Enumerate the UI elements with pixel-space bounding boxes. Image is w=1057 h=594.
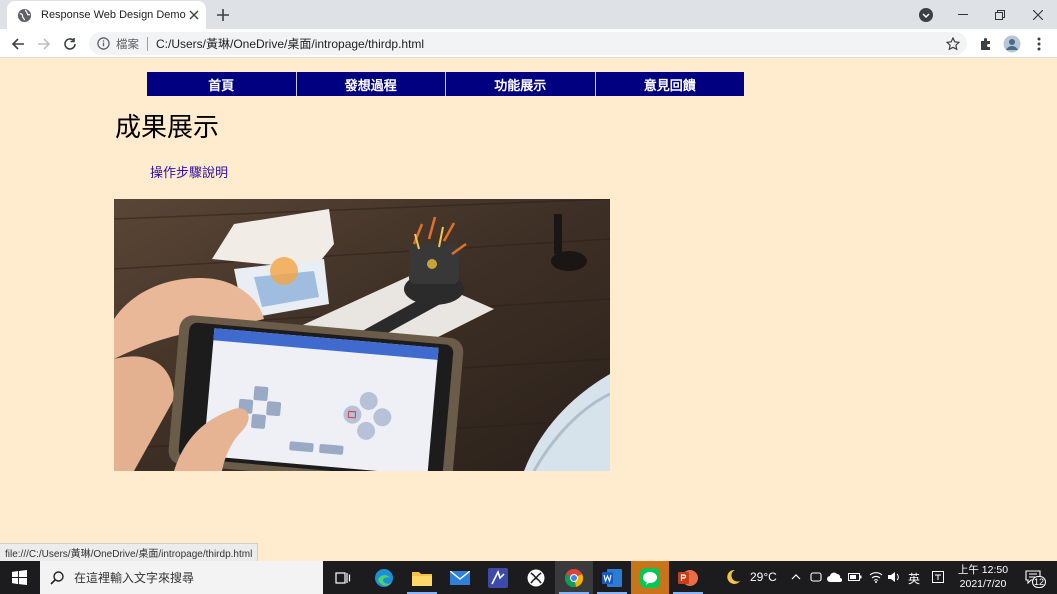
input-method-indicator[interactable]: 英	[908, 570, 920, 587]
new-tab-button[interactable]	[212, 4, 234, 26]
info-icon[interactable]	[97, 37, 110, 50]
security-label: 檔案	[116, 38, 139, 51]
edge-browser-icon[interactable]	[365, 561, 403, 594]
chrome-taskbar-icon[interactable]	[555, 561, 593, 594]
search-placeholder: 在這裡輸入文字來搜尋	[74, 571, 195, 585]
operation-steps-link[interactable]: 操作步驟說明	[150, 162, 228, 181]
windows-start-icon[interactable]	[0, 561, 38, 594]
wifi-icon[interactable]	[868, 569, 884, 585]
taskbar: 在這裡輸入文字來搜尋 29°C 英 上午 12:50 2021/7/20 12	[0, 561, 1057, 594]
line-messenger-icon[interactable]	[631, 561, 669, 594]
weather-moon-icon[interactable]	[725, 569, 741, 585]
tab-title: Response Web Design Demo	[41, 9, 186, 21]
site-nav: 首頁 發想過程 功能展示 意見回饋	[147, 72, 744, 96]
more-menu-icon[interactable]	[1027, 32, 1051, 56]
minimize-button[interactable]	[944, 0, 982, 29]
demo-video-frame[interactable]	[114, 199, 610, 471]
close-tab-icon[interactable]	[186, 5, 202, 25]
divider	[147, 36, 148, 51]
restore-button[interactable]	[981, 0, 1019, 29]
search-icon	[50, 570, 64, 585]
word-icon[interactable]	[593, 561, 631, 594]
page-title: 成果展示	[115, 113, 220, 143]
profile-avatar-icon[interactable]	[1000, 32, 1024, 56]
task-view-icon[interactable]	[324, 561, 362, 594]
mail-icon[interactable]	[441, 561, 479, 594]
taskbar-search-box[interactable]: 在這裡輸入文字來搜尋	[40, 561, 323, 594]
back-button[interactable]	[6, 32, 30, 56]
browser-toolbar: 檔案 C:/Users/黃琳/OneDrive/桌面/intropage/thi…	[0, 29, 1057, 58]
url-text[interactable]: C:/Users/黃琳/OneDrive/桌面/intropage/thirdp…	[156, 35, 424, 52]
onedrive-cloud-icon[interactable]	[827, 569, 843, 585]
browser-tab-active[interactable]: Response Web Design Demo	[7, 1, 206, 29]
forward-button[interactable]	[32, 32, 56, 56]
reload-button[interactable]	[58, 32, 82, 56]
battery-icon[interactable]	[847, 569, 863, 585]
file-explorer-icon[interactable]	[403, 561, 441, 594]
weather-temperature[interactable]: 29°C	[750, 570, 777, 584]
chevron-up-icon[interactable]	[788, 569, 804, 585]
nav-features[interactable]: 功能展示	[446, 72, 596, 96]
notification-count-badge: 12	[1032, 576, 1047, 588]
pen-app-icon[interactable]	[479, 561, 517, 594]
powerpoint-icon[interactable]	[669, 561, 707, 594]
tab-strip: Response Web Design Demo	[0, 0, 1057, 29]
clock-time: 上午 12:50	[957, 564, 1009, 576]
tab-search-button[interactable]	[907, 0, 945, 29]
nav-home[interactable]: 首頁	[147, 72, 297, 96]
nav-feedback[interactable]: 意見回饋	[596, 72, 745, 96]
bookmark-star-icon[interactable]	[944, 35, 961, 52]
system-clock[interactable]: 上午 12:50 2021/7/20	[952, 563, 1014, 591]
address-bar[interactable]: 檔案 C:/Users/黃琳/OneDrive/桌面/intropage/thi…	[89, 32, 967, 55]
clock-date: 2021/7/20	[959, 578, 1007, 590]
nav-ideation[interactable]: 發想過程	[297, 72, 446, 96]
extensions-puzzle-icon[interactable]	[974, 32, 998, 56]
meet-now-icon[interactable]	[808, 569, 824, 585]
globe-icon	[17, 8, 32, 23]
xbox-icon[interactable]	[517, 561, 555, 594]
status-bar-url: file:///C:/Users/黃琳/OneDrive/桌面/intropag…	[0, 543, 259, 561]
speaker-volume-icon[interactable]	[886, 569, 902, 585]
close-window-button[interactable]	[1019, 0, 1057, 29]
ime-mode-icon[interactable]	[930, 569, 946, 585]
